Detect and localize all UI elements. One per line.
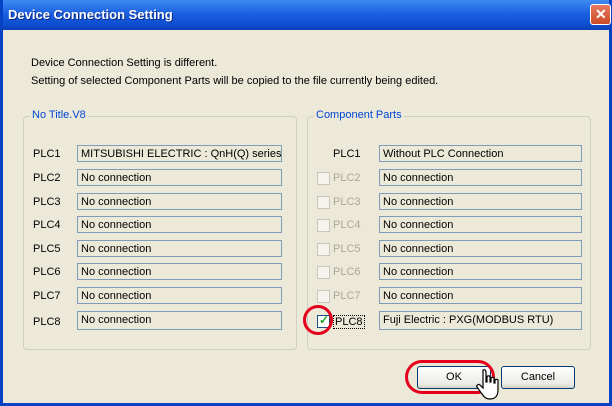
left-plc-value: MITSUBISHI ELECTRIC : QnH(Q) series(Et bbox=[77, 145, 282, 162]
right-plc-label: PLC6 bbox=[333, 266, 361, 278]
close-button[interactable]: ✕ bbox=[590, 4, 611, 25]
right-plc-label: PLC5 bbox=[333, 243, 361, 255]
checkbox-highlight-circle bbox=[303, 305, 333, 335]
left-plc-value: No connection bbox=[77, 193, 282, 210]
right-plc-label: PLC7 bbox=[333, 290, 361, 302]
right-plc-value: No connection bbox=[379, 287, 582, 304]
left-plc-label: PLC7 bbox=[33, 290, 61, 302]
left-plc-label: PLC8 bbox=[33, 316, 61, 328]
right-plc-label: PLC2 bbox=[333, 172, 361, 184]
left-plc-value: No connection bbox=[77, 169, 282, 186]
left-plc-label: PLC4 bbox=[33, 219, 61, 231]
right-plc-label: PLC8 bbox=[333, 315, 365, 329]
left-plc-value: No connection bbox=[77, 311, 282, 330]
plc5-checkbox[interactable] bbox=[317, 243, 330, 256]
left-plc-label: PLC1 bbox=[33, 148, 61, 160]
right-plc-value: Without PLC Connection bbox=[379, 145, 582, 162]
component-parts-group-title: Component Parts bbox=[314, 109, 404, 121]
right-plc-label: PLC4 bbox=[333, 219, 361, 231]
right-plc-value: No connection bbox=[379, 169, 582, 186]
left-plc-value: No connection bbox=[77, 216, 282, 233]
left-plc-value: No connection bbox=[77, 240, 282, 257]
cancel-button[interactable]: Cancel bbox=[501, 366, 575, 389]
left-plc-value: No connection bbox=[77, 263, 282, 280]
message-line-2: Setting of selected Component Parts will… bbox=[31, 75, 439, 87]
window-title: Device Connection Setting bbox=[8, 7, 173, 22]
right-plc-value: No connection bbox=[379, 263, 582, 280]
plc6-checkbox[interactable] bbox=[317, 266, 330, 279]
right-plc-value: No connection bbox=[379, 216, 582, 233]
dialog-window: Device Connection Setting ✕ Device Conne… bbox=[0, 0, 612, 406]
left-plc-label: PLC2 bbox=[33, 172, 61, 184]
right-plc-label: PLC1 bbox=[333, 148, 361, 160]
title-bar[interactable]: Device Connection Setting ✕ bbox=[3, 0, 611, 30]
plc3-checkbox[interactable] bbox=[317, 196, 330, 209]
plc4-checkbox[interactable] bbox=[317, 219, 330, 232]
plc2-checkbox[interactable] bbox=[317, 172, 330, 185]
current-file-group-title: No Title.V8 bbox=[30, 109, 88, 121]
left-plc-label: PLC3 bbox=[33, 196, 61, 208]
right-plc-label: PLC3 bbox=[333, 196, 361, 208]
plc7-checkbox[interactable] bbox=[317, 290, 330, 303]
right-plc-value: No connection bbox=[379, 193, 582, 210]
left-plc-label: PLC6 bbox=[33, 266, 61, 278]
right-plc-value: No connection bbox=[379, 240, 582, 257]
mouse-pointer-icon bbox=[476, 369, 499, 400]
message-line-1: Device Connection Setting is different. bbox=[31, 57, 218, 69]
close-icon: ✕ bbox=[595, 6, 607, 22]
left-plc-label: PLC5 bbox=[33, 243, 61, 255]
left-plc-value: No connection bbox=[77, 287, 282, 304]
right-plc-value: Fuji Electric : PXG(MODBUS RTU) bbox=[379, 311, 582, 330]
